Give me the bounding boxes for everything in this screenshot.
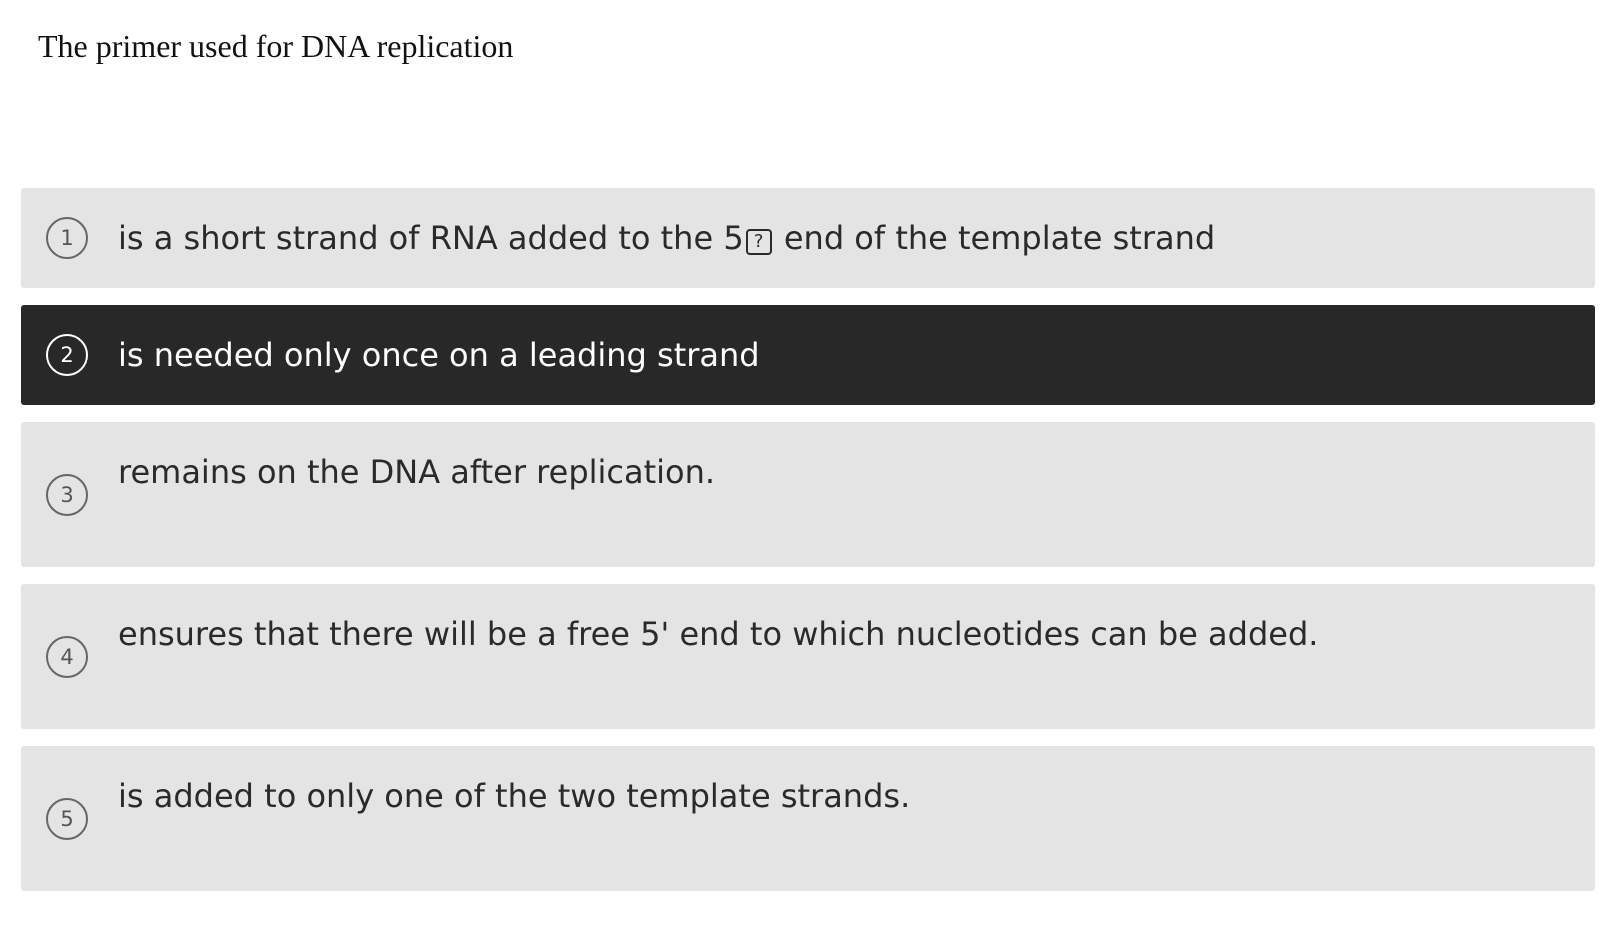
- option-number-1: 1: [46, 217, 88, 259]
- option-5[interactable]: 5 is added to only one of the two templa…: [21, 746, 1595, 891]
- option-number-2: 2: [46, 334, 88, 376]
- question-text: The primer used for DNA replication: [38, 28, 514, 64]
- option-1-text-after: end of the template strand: [773, 219, 1216, 257]
- option-5-text: is added to only one of the two template…: [118, 777, 911, 815]
- option-3-text: remains on the DNA after replication.: [118, 453, 716, 491]
- option-number-4: 4: [46, 636, 88, 678]
- option-number-3: 3: [46, 474, 88, 516]
- option-3[interactable]: 3 remains on the DNA after replication.: [21, 422, 1595, 567]
- option-1-text-before: is a short strand of RNA added to the 5: [118, 219, 744, 257]
- option-2[interactable]: 2 is needed only once on a leading stran…: [21, 305, 1595, 405]
- option-1[interactable]: 1 is a short strand of RNA added to the …: [21, 188, 1595, 288]
- option-2-text: is needed only once on a leading strand: [118, 336, 760, 374]
- option-1-text: is a short strand of RNA added to the 5?…: [118, 218, 1215, 258]
- option-number-5: 5: [46, 798, 88, 840]
- answer-options: 1 is a short strand of RNA added to the …: [21, 188, 1595, 908]
- option-4[interactable]: 4 ensures that there will be a free 5' e…: [21, 584, 1595, 729]
- option-4-text: ensures that there will be a free 5' end…: [118, 615, 1319, 653]
- missing-glyph-icon: ?: [745, 229, 772, 255]
